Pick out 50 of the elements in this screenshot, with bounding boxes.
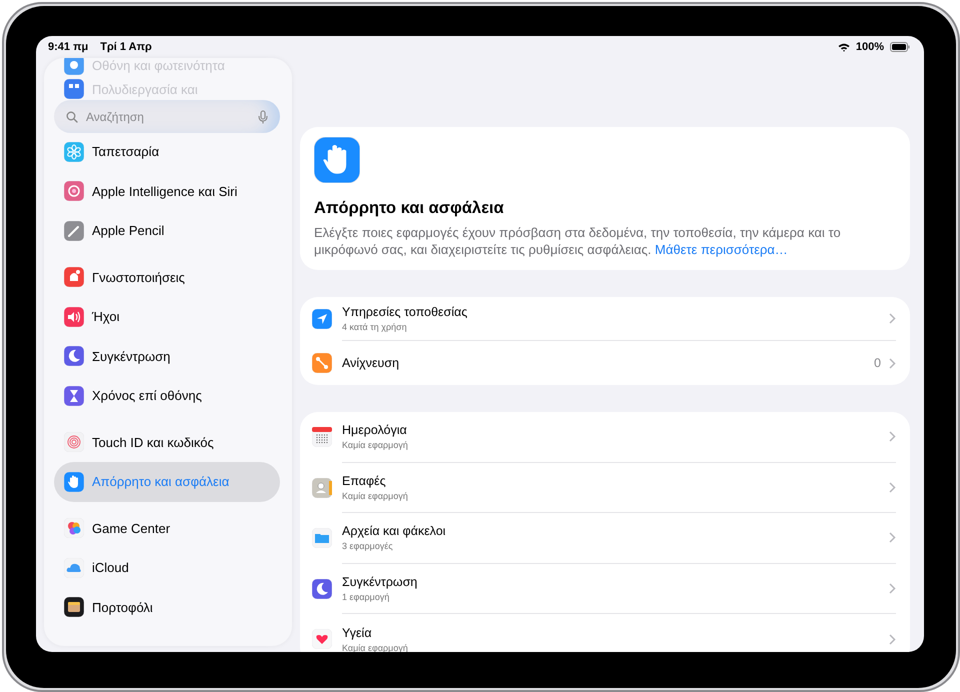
search-input[interactable]: Αναζήτηση: [86, 110, 250, 124]
hand-icon: [314, 137, 360, 183]
sidebar-item[interactable]: Ταπετσαρία: [54, 132, 280, 172]
settings-row[interactable]: Υπηρεσίες τοποθεσίας 4 κατά τη χρήση: [312, 297, 896, 341]
chevron-icon: [889, 482, 896, 493]
sidebar-item[interactable]: Πορτοφόλι: [54, 588, 280, 627]
sidebar-item[interactable]: Γνωστοποιήσεις: [54, 258, 280, 297]
chevron-icon: [889, 532, 896, 544]
wifi-icon: [838, 42, 850, 52]
sidebar-item[interactable]: Touch ID και κωδικός: [54, 422, 280, 462]
sidebar-item[interactable]: Χρόνος επί οθόνης: [54, 376, 280, 416]
chevron-icon: [889, 431, 896, 442]
page-description: Ελέγξτε ποιες εφαρμογές έχουν πρόσβαση στα δεδομένα, την τοποθεσία, την κάμερα και το μικρόφωνό σας, και διαχειριστείτε τις ρυθμίσεις ασφάλειας. Μάθετε περισσότερα…: [314, 224, 842, 258]
settings-row[interactable]: Αρχεία και φάκελοι 3 εφαρμογές: [312, 513, 896, 564]
row-title: Αρχεία και φάκελοι: [342, 524, 447, 538]
sidebar-item[interactable]: Ήχοι: [54, 297, 280, 336]
chevron-icon: [889, 634, 896, 645]
row-subtitle: 1 εφαρμογή: [342, 592, 390, 602]
sidebar-item[interactable]: Apple Intelligence και Siri: [54, 172, 280, 211]
row-subtitle: 4 κατά τη χρήση: [342, 322, 408, 332]
row-title: Επαφές: [342, 474, 387, 488]
settings-row[interactable]: Ανίχνευση 0: [312, 341, 896, 385]
microphone-icon[interactable]: [258, 110, 268, 124]
settings-row[interactable]: Ημερολόγια Καμία εφαρμογή: [312, 412, 896, 462]
row-title: Υγεία: [342, 626, 373, 640]
sidebar-item[interactable]: Apple Pencil: [54, 211, 280, 250]
chevron-icon: [889, 582, 896, 594]
chevron-icon: [889, 358, 896, 368]
page-title: Απόρρητο και ασφάλεια: [314, 199, 505, 218]
learn-more-link[interactable]: Μάθετε περισσότερα…: [654, 242, 788, 257]
row-title: Ανίχνευση: [342, 356, 400, 370]
chevron-icon: [889, 313, 896, 324]
row-subtitle: 3 εφαρμογές: [342, 541, 394, 552]
settings-row[interactable]: Επαφές Καμία εφαρμογή: [312, 462, 896, 513]
row-title: Ημερολόγια: [342, 423, 408, 438]
status-date: Τρί 1 Απρ: [100, 41, 152, 53]
row-subtitle: Καμία εφαρμογή: [342, 490, 409, 501]
sidebar-item[interactable]: Game Center: [54, 508, 280, 548]
row-subtitle: Καμία εφαρμογή: [342, 440, 409, 450]
sidebar-item[interactable]: Συγκέντρωση: [54, 336, 280, 376]
row-title: Υπηρεσίες τοποθεσίας: [342, 305, 468, 319]
battery-percent: 100%: [856, 41, 884, 53]
sidebar-item[interactable]: iCloud: [54, 548, 280, 588]
status-time: 9:41 πμ: [48, 41, 88, 53]
search-icon: [66, 110, 78, 122]
search-bar[interactable]: Αναζήτηση: [54, 100, 280, 133]
row-value: 0: [874, 356, 881, 370]
row-title: Συγκέντρωση: [342, 574, 418, 589]
battery-icon: [890, 42, 910, 52]
settings-row[interactable]: Συγκέντρωση 1 εφαρμογή: [312, 564, 896, 614]
